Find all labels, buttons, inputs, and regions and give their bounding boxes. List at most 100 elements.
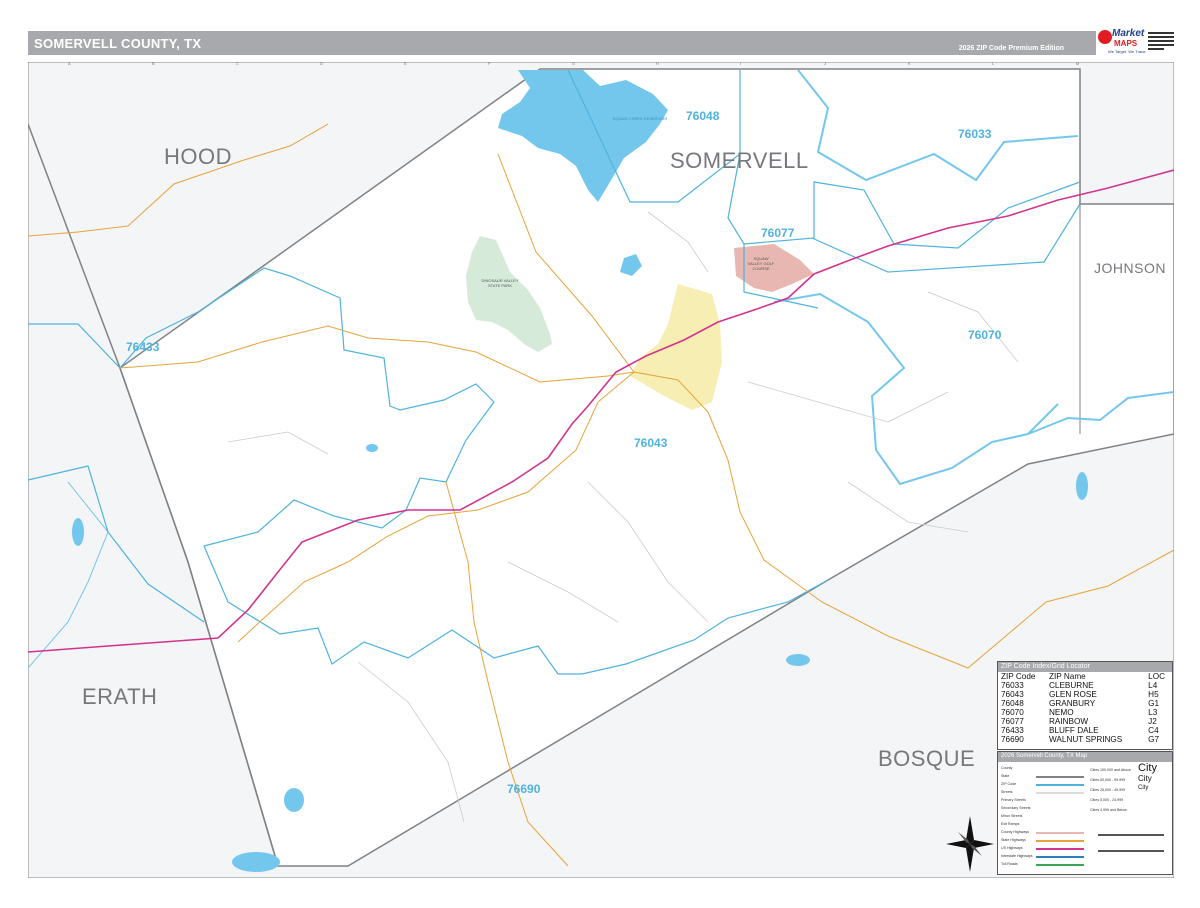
table-row: 76043 GLEN ROSE H5 [1000,690,1172,699]
state-park-label: DINOSAUR VALLEY STATE PARK [481,278,519,288]
column-header: ZIP Name [1049,672,1086,681]
legend-city-size: Cities 100,000 and Above [1090,768,1131,772]
legend-swatch [1036,840,1084,842]
zip-name-cell: GRANBURY [1049,699,1096,708]
table-row: 76690 WALNUT SPRINGS G7 [1000,735,1172,744]
grid-column-label: C [236,61,239,66]
legend-swatch [1036,792,1084,794]
pond-shape [366,444,378,452]
zip-code-cell: 76077 [1001,717,1024,726]
map-poster: SOMERVELL COUNTY, TX 2026 ZIP Code Premi… [0,0,1200,908]
zip-loc-cell: L4 [1148,681,1158,690]
legend-item-zip: ZIP Code [1001,782,1017,786]
column-header: ZIP Code [1001,672,1036,681]
legend-item-secondary: Secondary Streets [1001,806,1031,810]
legend-item-us-hwy: US Highways [1001,846,1023,850]
map-title: SOMERVELL COUNTY, TX [34,36,202,51]
legend-item-streets: Streets [1001,790,1013,794]
zip-code-cell: 76433 [1001,726,1024,735]
pond-shape [72,518,84,546]
zip-label-76690: 76690 [507,782,541,796]
legend-city-symbol: City [1138,774,1152,783]
zip-label-76077: 76077 [761,226,795,240]
zip-loc-cell: J2 [1148,717,1157,726]
legend-heading: 2026 Somervell County, TX Map [998,752,1172,762]
table-row: 76048 GRANBURY G1 [1000,699,1172,708]
zip-code-cell: 76048 [1001,699,1024,708]
zip-loc-cell: G7 [1148,735,1160,744]
legend-swatch [1036,784,1084,786]
county-label-bosque: BOSQUE [878,746,976,771]
zip-name-cell: RAINBOW [1049,717,1089,726]
scale-bar-miles [1098,834,1164,836]
title-bar: SOMERVELL COUNTY, TX 2026 ZIP Code Premi… [28,31,1096,55]
grid-column-label: A [68,61,71,66]
pond-shape [786,654,810,666]
zip-label-76433: 76433 [126,340,160,354]
county-label-johnson: JOHNSON [1094,260,1166,276]
pond-shape [232,852,280,872]
county-label-erath: ERATH [82,684,158,709]
edition-label: 2026 ZIP Code Premium Edition [958,45,1064,52]
grid-column-label: J [824,61,826,66]
legend-city-size: Cities 25,000 - 49,999 [1090,788,1126,792]
fine-print-line [1148,44,1174,46]
legend-item-toll: Toll Roads [1001,862,1018,866]
brand-logo: Market MAPS We Target. We Trace. [1098,28,1146,58]
legend-city-size: Cities 4,999 and Below [1090,808,1127,812]
zip-loc-cell: C4 [1148,726,1159,735]
legend-item-state: State [1001,774,1010,778]
zip-label-76043: 76043 [634,436,668,450]
grid-column-label: K [908,61,911,66]
reservoir-label: SQUAW CREEK RESERVOIR [612,116,668,121]
pond-shape [284,788,304,812]
zip-code-cell: 76033 [1001,681,1024,690]
brand-mark-icon [1098,30,1112,44]
legend-item-exit: Exit Ramps [1001,822,1020,826]
brand-tagline: We Target. We Trace. [1108,49,1147,54]
legend-city-size: Cities 50,000 - 99,999 [1090,778,1126,782]
county-label-somervell: SOMERVELL [670,148,809,173]
zip-label-76048: 76048 [686,109,720,123]
zip-loc-cell: G1 [1148,699,1160,708]
table-row: 76070 NEMO L3 [1000,708,1172,717]
county-label-hood: HOOD [164,144,232,169]
zip-index-table: ZIP Code ZIP Name LOC 76033 CLEBURNE L4 … [1000,672,1172,744]
legend-item-state-hwy: State Highways [1001,838,1026,842]
fine-print-line [1148,32,1174,34]
legend-city-symbol: City [1138,785,1149,791]
legend-item-interstate: Interstate Highways [1001,854,1033,858]
zip-name-cell: WALNUT SPRINGS [1049,735,1123,744]
fine-print-line [1148,36,1174,38]
grid-column-label: F [488,61,491,66]
zip-index-heading: ZIP Code Index/Grid Locator [998,662,1172,672]
grid-column-label: E [404,61,407,66]
fine-print-line [1148,48,1164,50]
brand-name-top: Market [1112,28,1145,39]
fine-print-line [1148,40,1174,42]
zip-name-cell: BLUFF DALE [1049,726,1099,735]
zip-loc-cell: L3 [1148,708,1158,717]
legend-swatch [1036,832,1084,834]
legend-item-primary: Primary Streets [1001,798,1026,802]
table-row: 76433 BLUFF DALE C4 [1000,726,1172,735]
legend-city-symbol: City [1138,762,1157,774]
table-row: 76077 RAINBOW J2 [1000,717,1172,726]
legend-swatch [1036,848,1084,850]
zip-index-header-row: ZIP Code ZIP Name LOC [1000,672,1172,681]
column-header: LOC [1148,672,1165,681]
grid-column-label: H [656,61,659,66]
zip-name-cell: NEMO [1049,708,1074,717]
brand-fine-print [1148,30,1174,58]
grid-column-label: D [320,61,323,66]
zip-code-index: ZIP Code Index/Grid Locator ZIP Code ZIP… [997,661,1173,750]
brand-name-bottom: MAPS [1114,39,1138,48]
legend-swatch [1036,864,1084,866]
legend-swatch [1036,856,1084,858]
zip-name-cell: GLEN ROSE [1049,690,1097,699]
legend-city-size: Cities 5,000 - 24,999 [1090,798,1124,802]
legend-item-county-hwy: County Highways [1001,830,1029,834]
zip-label-76033: 76033 [958,127,992,141]
legend-item-county: County [1001,766,1013,770]
scale-bar-km [1098,850,1164,852]
